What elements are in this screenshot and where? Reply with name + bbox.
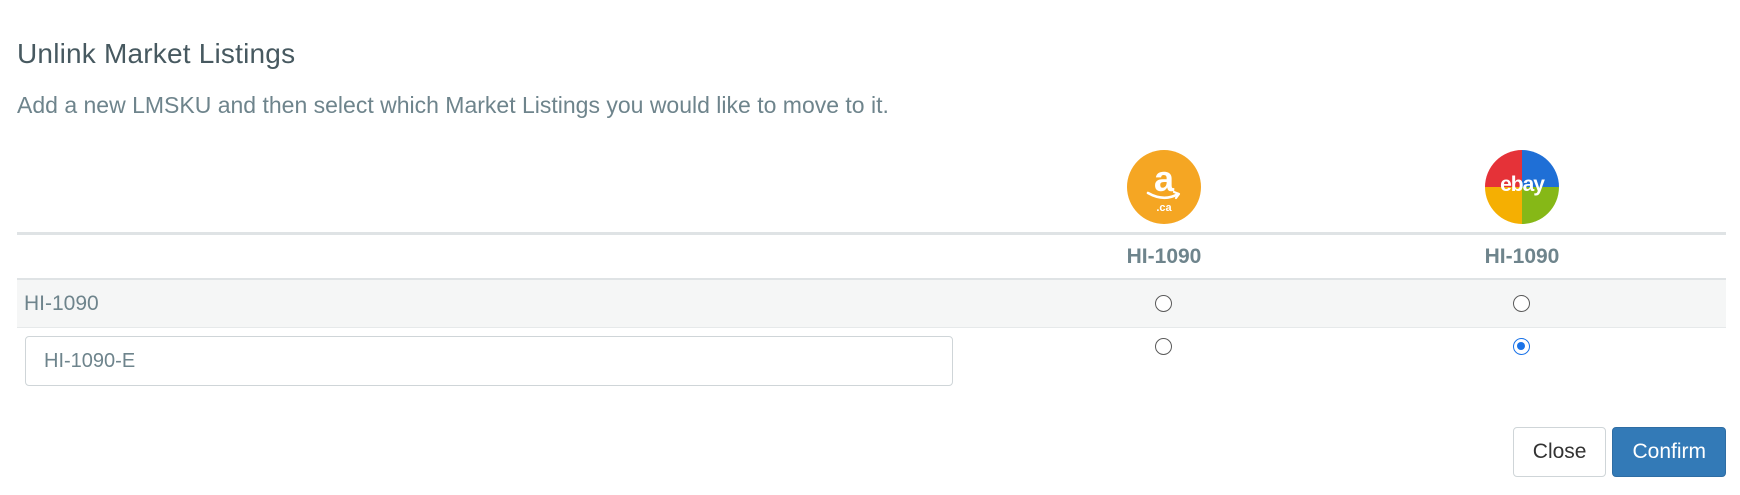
market-logos-row: a .ca ebay	[17, 146, 1726, 232]
existing-lmsku-row: HI-1090	[17, 280, 1726, 328]
amazon-logo-domain: .ca	[1156, 202, 1172, 214]
new-lmsku-input[interactable]	[25, 336, 953, 386]
new-lmsku-row	[17, 328, 1726, 390]
amazon-smile-icon	[1146, 190, 1181, 200]
new-lmsku-amazon-radio[interactable]	[1155, 338, 1172, 355]
dialog-subtitle: Add a new LMSKU and then select which Ma…	[17, 92, 889, 118]
listings-table: a .ca ebay HI-1090 HI-1090 HI-1090	[17, 146, 1726, 390]
dialog-title: Unlink Market Listings	[17, 38, 296, 69]
amazon-ca-logo-icon: a .ca	[1127, 150, 1201, 224]
ebay-listing-sku: HI-1090	[1484, 245, 1560, 268]
new-lmsku-ebay-radio[interactable]	[1513, 338, 1530, 355]
existing-lmsku-ebay-radio[interactable]	[1513, 295, 1530, 312]
confirm-button[interactable]: Confirm	[1612, 427, 1726, 477]
ebay-logo-icon: ebay	[1485, 150, 1559, 224]
ebay-logo-text: ebay	[1500, 173, 1545, 196]
unlink-market-listings-dialog: Unlink Market Listings Add a new LMSKU a…	[0, 0, 1740, 495]
existing-lmsku-amazon-radio[interactable]	[1155, 295, 1172, 312]
close-button[interactable]: Close	[1512, 427, 1607, 477]
existing-lmsku-label: HI-1090	[24, 292, 99, 315]
market-sku-header-row: HI-1090 HI-1090	[17, 232, 1726, 280]
dialog-footer: Close Confirm	[1512, 427, 1726, 477]
amazon-listing-sku: HI-1090	[1126, 245, 1202, 268]
